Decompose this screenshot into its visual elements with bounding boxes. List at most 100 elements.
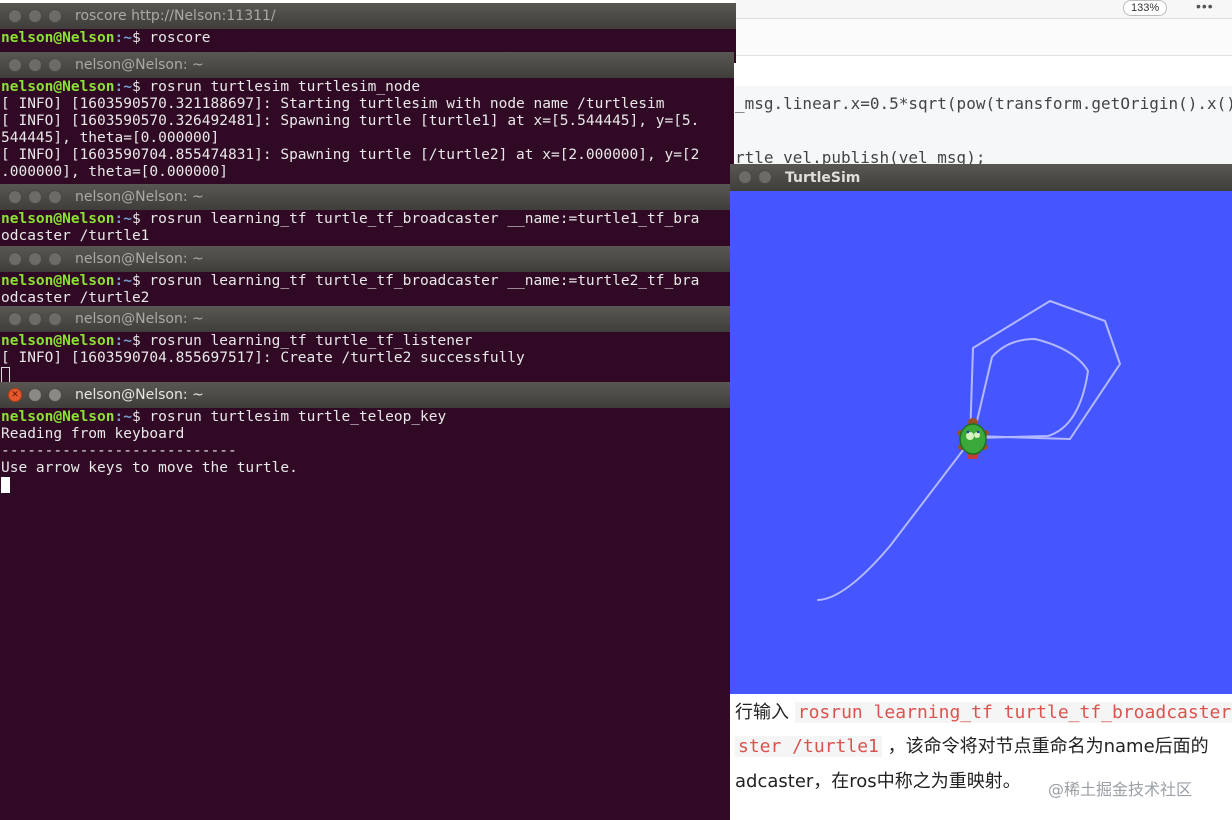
maximize-icon[interactable]: [48, 9, 62, 23]
command-text: rosrun learning_tf turtle_tf_broadcaster…: [140, 273, 700, 289]
command-text: rosrun learning_tf turtle_tf_listener: [140, 333, 473, 349]
minimize-icon[interactable]: [758, 170, 772, 184]
minimize-icon[interactable]: [28, 252, 42, 266]
prompt-path: :~: [114, 211, 132, 227]
text-cursor: [1, 477, 10, 493]
article-line: adcaster，在ros中称之为重映射。: [735, 771, 1021, 792]
output-line: [ INFO] [1603590704.855474831]: Spawning…: [1, 147, 700, 163]
prompt-line: nelson@Nelson:~$ rosrun turtlesim turtle…: [1, 79, 734, 96]
prompt-symbol: $: [131, 333, 141, 349]
zoom-level-badge[interactable]: 133%: [1123, 0, 1168, 16]
turtlesim-canvas[interactable]: [730, 191, 1232, 694]
window-title: nelson@Nelson: ~: [75, 57, 204, 73]
article-text-span: 行输入: [735, 702, 789, 723]
output-line: ---------------------------: [1, 443, 237, 459]
text-cursor: [1, 367, 10, 383]
terminal-output[interactable]: nelson@Nelson:~$ rosrun learning_tf turt…: [1, 333, 730, 384]
window-title: TurtleSim: [785, 170, 861, 186]
terminal-output[interactable]: nelson@Nelson:~$ roscore: [1, 30, 736, 47]
terminal-window-teleop[interactable]: ✕ nelson@Nelson: ~ nelson@Nelson:~$ rosr…: [0, 382, 730, 820]
minimize-icon[interactable]: [28, 388, 42, 402]
code-line: _msg.linear.x=0.5*sqrt(pow(transform.get…: [735, 94, 1232, 113]
window-title: nelson@Nelson: ~: [75, 251, 204, 267]
window-titlebar[interactable]: roscore http://Nelson:11311/: [0, 3, 736, 29]
site-watermark: @稀土掘金技术社区: [1048, 780, 1193, 799]
output-line: [ INFO] [1603590704.855697517]: Create /…: [1, 350, 525, 366]
window-titlebar[interactable]: nelson@Nelson: ~: [0, 52, 734, 78]
prompt-user: nelson@Nelson: [1, 211, 115, 227]
close-icon[interactable]: [8, 9, 22, 23]
prompt-symbol: $: [131, 273, 141, 289]
prompt-user: nelson@Nelson: [1, 30, 115, 46]
minimize-icon[interactable]: [28, 312, 42, 326]
window-titlebar[interactable]: nelson@Nelson: ~: [0, 306, 730, 332]
window-titlebar[interactable]: ✕ nelson@Nelson: ~: [0, 382, 730, 408]
prompt-symbol: $: [131, 30, 141, 46]
prompt-user: nelson@Nelson: [1, 79, 115, 95]
terminal-output[interactable]: nelson@Nelson:~$ rosrun learning_tf turt…: [1, 273, 730, 306]
maximize-icon[interactable]: [48, 388, 62, 402]
article-line: 行输入 rosrun learning_tf turtle_tf_broadca…: [735, 698, 1232, 724]
terminal-window-turtlesim-node[interactable]: nelson@Nelson: ~ nelson@Nelson:~$ rosrun…: [0, 52, 734, 184]
turtle1-trail-inner: [972, 338, 1089, 439]
close-icon[interactable]: [8, 252, 22, 266]
terminal-output[interactable]: nelson@Nelson:~$ rosrun learning_tf turt…: [1, 211, 730, 245]
inline-code: ster /turtle1: [735, 736, 882, 757]
turtle-trail-drawing: [817, 300, 1121, 601]
prompt-user: nelson@Nelson: [1, 333, 115, 349]
output-line: [ INFO] [1603590570.321188697]: Starting…: [1, 96, 665, 112]
prompt-line: nelson@Nelson:~$ rosrun learning_tf turt…: [1, 211, 730, 228]
browser-page-header: [735, 19, 1232, 56]
output-line: [ INFO] [1603590570.326492481]: Spawning…: [1, 113, 700, 129]
terminal-window-tf-listener[interactable]: nelson@Nelson: ~ nelson@Nelson:~$ rosrun…: [0, 306, 730, 384]
terminal-window-turtle2-broadcaster[interactable]: nelson@Nelson: ~ nelson@Nelson:~$ rosrun…: [0, 246, 730, 306]
article-text-span: ，该命令将对节点重命名为name后面的: [887, 736, 1209, 757]
window-titlebar[interactable]: nelson@Nelson: ~: [0, 246, 730, 272]
maximize-icon[interactable]: [48, 58, 62, 72]
prompt-symbol: $: [131, 211, 141, 227]
close-icon[interactable]: [738, 170, 752, 184]
command-text: roscore: [140, 30, 211, 46]
minimize-icon[interactable]: [28, 58, 42, 72]
window-title: nelson@Nelson: ~: [75, 311, 204, 327]
prompt-line: nelson@Nelson:~$ rosrun turtlesim turtle…: [1, 409, 730, 426]
output-line: Use arrow keys to move the turtle.: [1, 460, 298, 476]
prompt-user: nelson@Nelson: [1, 409, 115, 425]
prompt-path: :~: [114, 409, 132, 425]
prompt-path: :~: [114, 30, 132, 46]
prompt-path: :~: [114, 273, 132, 289]
window-title: roscore http://Nelson:11311/: [75, 8, 276, 24]
prompt-line: nelson@Nelson:~$ rosrun learning_tf turt…: [1, 333, 730, 350]
window-titlebar[interactable]: nelson@Nelson: ~: [0, 184, 730, 210]
prompt-symbol: $: [131, 79, 141, 95]
minimize-icon[interactable]: [28, 190, 42, 204]
output-line: odcaster /turtle2: [1, 290, 150, 306]
close-icon[interactable]: ✕: [8, 388, 22, 402]
window-title: nelson@Nelson: ~: [75, 387, 204, 403]
maximize-icon[interactable]: [48, 190, 62, 204]
maximize-icon[interactable]: [48, 312, 62, 326]
output-line: 544445], theta=[0.000000]: [1, 130, 220, 146]
article-line: ster /turtle1 ，该命令将对节点重命名为name后面的: [735, 732, 1209, 758]
browser-menu-button[interactable]: •••: [1196, 0, 1214, 14]
terminal-window-turtle1-broadcaster[interactable]: nelson@Nelson: ~ nelson@Nelson:~$ rosrun…: [0, 184, 730, 246]
maximize-icon[interactable]: [48, 252, 62, 266]
close-icon[interactable]: [8, 58, 22, 72]
close-icon[interactable]: [8, 312, 22, 326]
prompt-symbol: $: [131, 409, 141, 425]
close-icon[interactable]: [8, 190, 22, 204]
prompt-line: nelson@Nelson:~$ rosrun learning_tf turt…: [1, 273, 730, 290]
terminal-output[interactable]: nelson@Nelson:~$ rosrun turtlesim turtle…: [1, 409, 730, 495]
article-text: 行输入 rosrun learning_tf turtle_tf_broadca…: [735, 690, 1232, 820]
minimize-icon[interactable]: [28, 9, 42, 23]
command-text: rosrun learning_tf turtle_tf_broadcaster…: [140, 211, 700, 227]
command-text: rosrun turtlesim turtle_teleop_key: [140, 409, 447, 425]
output-line: .000000], theta=[0.000000]: [1, 164, 228, 180]
terminal-output[interactable]: nelson@Nelson:~$ rosrun turtlesim turtle…: [1, 79, 734, 181]
turtle1-trail: [969, 300, 1121, 440]
prompt-user: nelson@Nelson: [1, 273, 115, 289]
window-titlebar[interactable]: TurtleSim: [730, 164, 1232, 191]
output-line: odcaster /turtle1: [1, 228, 150, 244]
turtlesim-window[interactable]: TurtleSim: [730, 164, 1232, 694]
terminal-cursor-line: [1, 477, 730, 495]
